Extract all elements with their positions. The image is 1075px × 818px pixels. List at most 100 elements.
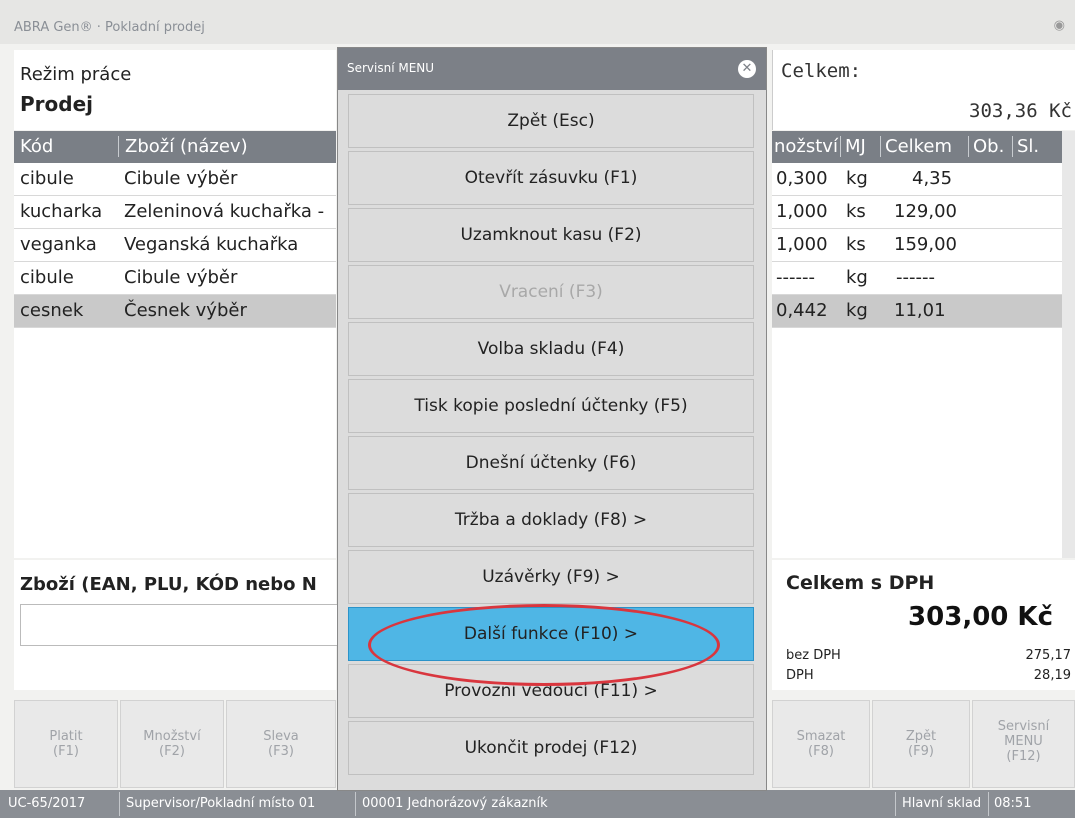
service-menu-button-key: (F12) — [1006, 749, 1041, 764]
col-header-sl[interactable]: Sl. — [1012, 136, 1039, 157]
cell-mnozstvi: 1,000 — [776, 234, 828, 255]
col-header-kod[interactable]: Kód — [20, 136, 53, 157]
back-button[interactable]: Zpět (F9) — [872, 700, 970, 788]
cell-mnozstvi: ------ — [776, 267, 815, 288]
mode-value: Prodej — [20, 92, 93, 116]
table-row[interactable]: 1,000 ks 159,00 — [772, 229, 1062, 262]
quantity-button-key: (F2) — [159, 744, 185, 759]
cell-mj: kg — [846, 300, 868, 321]
menu-item-revenue-documents[interactable]: Tržba a doklady (F8) > — [348, 493, 754, 547]
totals-heading: Celkem s DPH — [786, 572, 935, 594]
table-header-left: Kód Zboží (název) — [14, 131, 336, 163]
menu-item-open-drawer[interactable]: Otevřít zásuvku (F1) — [348, 151, 754, 205]
window-title: ABRA Gen® · Pokladní prodej — [14, 20, 205, 35]
dialog-title: Servisní MENU — [347, 61, 435, 75]
cell-kod: cesnek — [20, 300, 84, 321]
cell-nazev: Zeleninová kuchařka - — [124, 201, 325, 222]
col-header-nazev[interactable]: Zboží (název) — [118, 136, 248, 157]
cell-celkem: 129,00 — [894, 201, 957, 222]
menu-item-closures[interactable]: Uzávěrky (F9) > — [348, 550, 754, 604]
service-menu-button-label2: MENU — [1004, 734, 1043, 749]
cell-kod: cibule — [20, 168, 74, 189]
mode-label: Režim práce — [20, 64, 132, 85]
col-header-celkem[interactable]: Celkem — [880, 136, 952, 157]
totals-amount: 303,00 Kč — [908, 602, 1053, 632]
bez-dph-value: 275,17 — [1025, 648, 1072, 663]
total-top-value: 303,36 Kč — [969, 100, 1072, 122]
cell-kod: cibule — [20, 267, 74, 288]
discount-button-label: Sleva — [263, 729, 299, 744]
cell-celkem: ------ — [896, 267, 935, 288]
menu-item-returns[interactable]: Vracení (F3) — [348, 265, 754, 319]
back-button-label: Zpět — [905, 729, 937, 744]
table-row-selected[interactable]: 0,442 kg 11,01 — [772, 295, 1062, 328]
status-doc: UC-65/2017 — [8, 796, 86, 811]
menu-item-end-sale[interactable]: Ukončit prodej (F12) — [348, 721, 754, 775]
service-menu-button-label: Servisní — [997, 719, 1050, 734]
cell-mnozstvi: 1,000 — [776, 201, 828, 222]
cell-nazev: Cibule výběr — [124, 267, 238, 288]
annotation-red-circle — [368, 604, 720, 686]
quantity-button[interactable]: Množství (F2) — [120, 700, 224, 788]
discount-button-key: (F3) — [268, 744, 294, 759]
pay-button-key: (F1) — [53, 744, 79, 759]
quantity-button-label: Množství — [143, 729, 201, 744]
total-top-panel: Celkem: 303,36 Kč — [772, 50, 1075, 130]
status-time: 08:51 — [994, 796, 1032, 811]
cell-kod: kucharka — [20, 201, 103, 222]
delete-button[interactable]: Smazat (F8) — [772, 700, 870, 788]
menu-item-todays-receipts[interactable]: Dnešní účtenky (F6) — [348, 436, 754, 490]
table-row[interactable]: 0,300 kg 4,35 — [772, 163, 1062, 196]
search-input[interactable] — [20, 604, 338, 646]
dph-value: 28,19 — [1033, 668, 1071, 683]
menu-item-lock-register[interactable]: Uzamknout kasu (F2) — [348, 208, 754, 262]
cell-nazev: Cibule výběr — [124, 168, 238, 189]
table-row[interactable]: cibule Cibule výběr — [14, 262, 336, 295]
pay-button[interactable]: Platit (F1) — [14, 700, 118, 788]
cell-celkem: 159,00 — [894, 234, 957, 255]
table-row[interactable]: ------ kg ------ — [772, 262, 1062, 295]
col-header-mj[interactable]: MJ — [840, 136, 866, 157]
col-header-mnozstvi[interactable]: nožství — [774, 136, 838, 157]
grid-scrollbar[interactable] — [1062, 131, 1075, 558]
dialog-header: Servisní MENU ✕ — [338, 48, 766, 90]
cell-celkem: 11,01 — [894, 300, 946, 321]
cell-mj: kg — [846, 168, 868, 189]
total-top-label: Celkem: — [781, 60, 862, 82]
window-control-icon[interactable]: ◉ — [1054, 18, 1065, 33]
delete-button-label: Smazat — [796, 729, 846, 744]
back-button-key: (F9) — [908, 744, 934, 759]
delete-button-key: (F8) — [808, 744, 834, 759]
cell-mnozstvi: 0,300 — [776, 168, 828, 189]
table-row[interactable]: 1,000 ks 129,00 — [772, 196, 1062, 229]
pos-window: ABRA Gen® · Pokladní prodej ◉ Režim prác… — [0, 0, 1075, 818]
table-row[interactable]: cibule Cibule výběr — [14, 163, 336, 196]
discount-button[interactable]: Sleva (F3) — [226, 700, 336, 788]
table-row-selected[interactable]: cesnek Česnek výběr — [14, 295, 336, 328]
col-header-ob[interactable]: Ob. — [968, 136, 1004, 157]
table-row[interactable]: kucharka Zeleninová kuchařka - — [14, 196, 336, 229]
menu-item-print-last-receipt[interactable]: Tisk kopie poslední účtenky (F5) — [348, 379, 754, 433]
cell-nazev: Veganská kuchařka — [124, 234, 299, 255]
cell-mnozstvi: 0,442 — [776, 300, 828, 321]
service-menu-button[interactable]: Servisní MENU (F12) — [972, 700, 1075, 788]
search-heading: Zboží (EAN, PLU, KÓD nebo N — [20, 574, 317, 595]
status-store: Hlavní sklad — [902, 796, 982, 811]
mode-panel: Režim práce Prodej — [14, 50, 336, 130]
search-panel: Zboží (EAN, PLU, KÓD nebo N — [14, 560, 338, 690]
status-bar: UC-65/2017 Supervisor/Pokladní místo 01 … — [0, 790, 1075, 818]
table-header-right: nožství MJ Celkem Ob. Sl. — [772, 131, 1062, 163]
cell-mj: kg — [846, 267, 868, 288]
cell-kod: veganka — [20, 234, 97, 255]
title-bar: ABRA Gen® · Pokladní prodej ◉ — [0, 0, 1075, 44]
cell-celkem: 4,35 — [912, 168, 953, 189]
status-customer: 00001 Jednorázový zákazník — [362, 796, 548, 811]
close-icon[interactable]: ✕ — [738, 60, 756, 78]
bez-dph-label: bez DPH — [786, 648, 841, 663]
table-row[interactable]: veganka Veganská kuchařka — [14, 229, 336, 262]
menu-item-back[interactable]: Zpět (Esc) — [348, 94, 754, 148]
cell-mj: ks — [846, 234, 866, 255]
menu-item-select-store[interactable]: Volba skladu (F4) — [348, 322, 754, 376]
cell-nazev: Česnek výběr — [124, 300, 247, 321]
pay-button-label: Platit — [49, 729, 83, 744]
